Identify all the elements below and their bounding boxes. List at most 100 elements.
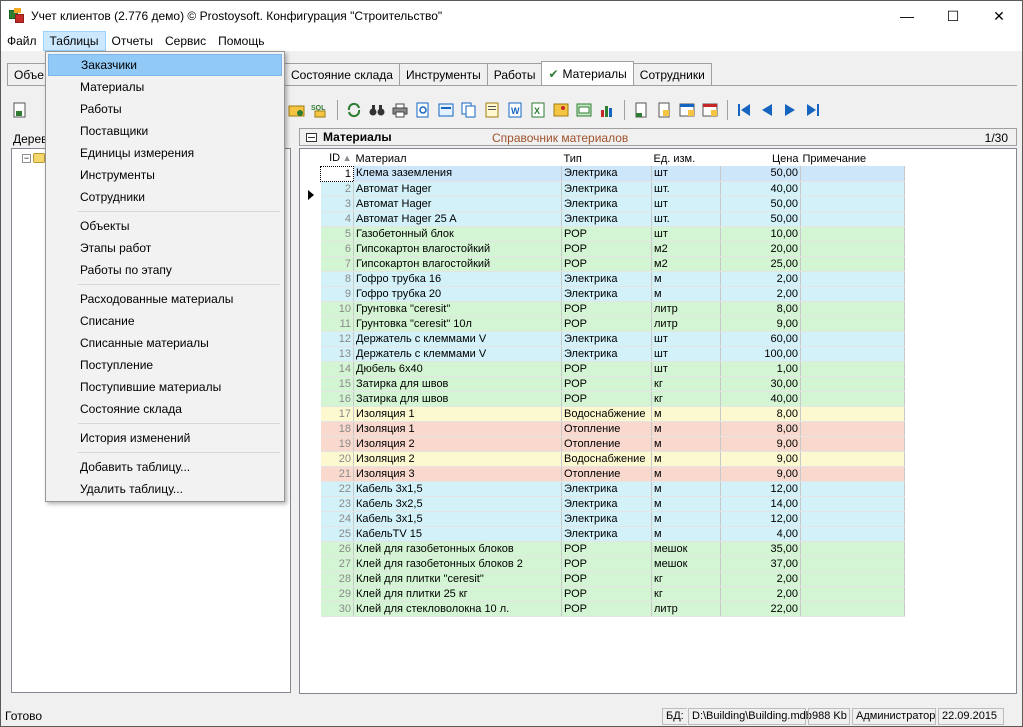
cell-note[interactable] (800, 526, 905, 542)
cell-type[interactable]: Электрика (561, 511, 652, 527)
cell-type[interactable]: Электрика (561, 496, 652, 512)
cell-price[interactable]: 4,00 (720, 526, 801, 542)
cell-price[interactable]: 100,00 (720, 346, 801, 362)
cell-unit[interactable]: м (651, 511, 721, 527)
cell-material[interactable]: Гипсокартон влагостойкий (353, 241, 562, 257)
menu-item-14[interactable]: Поступившие материалы (48, 376, 282, 398)
tab-stock-state[interactable]: Состояние склада (284, 63, 400, 85)
copy-icon[interactable] (458, 99, 480, 121)
col-unit-header[interactable]: Ед. изм. (651, 151, 721, 166)
cell-type[interactable]: Электрика (561, 526, 652, 542)
cell-price[interactable]: 14,00 (720, 496, 801, 512)
excel-icon[interactable]: X (527, 99, 549, 121)
cell-type[interactable]: РОР (561, 391, 652, 407)
cell-id[interactable]: 25 (320, 526, 354, 542)
cell-unit[interactable]: м (651, 466, 721, 482)
cell-price[interactable]: 2,00 (720, 271, 801, 287)
menu-help[interactable]: Помощь (212, 31, 270, 51)
cell-type[interactable]: Электрика (561, 196, 652, 212)
cell-type[interactable]: РОР (561, 361, 652, 377)
cell-type[interactable]: Отопление (561, 466, 652, 482)
cell-price[interactable]: 22,00 (720, 601, 801, 617)
cell-unit[interactable]: м (651, 421, 721, 437)
cell-material[interactable]: Гипсокартон влагостойкий (353, 256, 562, 272)
cell-price[interactable]: 9,00 (720, 466, 801, 482)
cell-note[interactable] (800, 166, 905, 182)
cell-unit[interactable]: литр (651, 601, 721, 617)
cell-price[interactable]: 50,00 (720, 196, 801, 212)
cell-material[interactable]: Автомат Hager (353, 196, 562, 212)
cell-id[interactable]: 2 (320, 181, 354, 197)
menu-item-3[interactable]: Поставщики (48, 120, 282, 142)
cell-id[interactable]: 30 (320, 601, 354, 617)
grid-icon[interactable] (676, 99, 698, 121)
cell-price[interactable]: 2,00 (720, 571, 801, 587)
cell-id[interactable]: 5 (320, 226, 354, 242)
cell-id[interactable]: 29 (320, 586, 354, 602)
cell-price[interactable]: 2,00 (720, 586, 801, 602)
cell-id[interactable]: 22 (320, 481, 354, 497)
cell-note[interactable] (800, 451, 905, 467)
cell-material[interactable]: Гофро трубка 20 (353, 286, 562, 302)
cell-id[interactable]: 21 (320, 466, 354, 482)
cell-id[interactable]: 23 (320, 496, 354, 512)
menu-item-17[interactable]: Добавить таблицу... (48, 456, 282, 478)
cell-type[interactable]: Водоснабжение (561, 406, 652, 422)
cell-note[interactable] (800, 541, 905, 557)
table-row[interactable]: 27 Клей для газобетонных блоков 2 РОР мешок… (320, 556, 905, 572)
table-row[interactable]: 11 Грунтовка "ceresit" 10л РОР литр 9,00 (320, 316, 905, 332)
table-row[interactable]: 26 Клей для газобетонных блоков РОР мешок 35… (320, 541, 905, 557)
tab-materials[interactable]: ✔ Материалы (541, 61, 634, 85)
table-row[interactable]: 5 Газобетонный блок РОР шт 10,00 (320, 226, 905, 242)
cell-material[interactable]: КабельTV 15 (353, 526, 562, 542)
chart-icon[interactable] (596, 99, 618, 121)
cell-material[interactable]: Клей для плитки "ceresit" (353, 571, 562, 587)
cell-id[interactable]: 26 (320, 541, 354, 557)
table-row[interactable]: 6 Гипсокартон влагостойкий РОР м2 20,00 (320, 241, 905, 257)
cell-note[interactable] (800, 481, 905, 497)
cell-id[interactable]: 12 (320, 331, 354, 347)
cell-id[interactable]: 18 (320, 421, 354, 437)
cell-price[interactable]: 30,00 (720, 376, 801, 392)
cell-id[interactable]: 11 (320, 316, 354, 332)
cell-note[interactable] (800, 286, 905, 302)
cell-id[interactable]: 13 (320, 346, 354, 362)
materials-grid[interactable]: ID ▲ Материал Тип Ед. изм. Цена Примечан… (299, 148, 1017, 694)
cell-material[interactable]: Клей для стекловолокна 10 л. (353, 601, 562, 617)
cell-unit[interactable]: кг (651, 391, 721, 407)
menu-file[interactable]: Файл (1, 31, 43, 51)
cell-unit[interactable]: м (651, 271, 721, 287)
table-row[interactable]: 23 Кабель 3х2,5 Электрика м 14,00 (320, 496, 905, 512)
first-record-icon[interactable] (733, 99, 755, 121)
cell-unit[interactable]: м (651, 286, 721, 302)
tab-works[interactable]: Работы (486, 63, 543, 85)
cell-id[interactable]: 17 (320, 406, 354, 422)
cell-price[interactable]: 9,00 (720, 436, 801, 452)
cell-material[interactable]: Изоляция 1 (353, 421, 562, 437)
menu-item-12[interactable]: Списанные материалы (48, 332, 282, 354)
table-row[interactable]: 1 Клема заземления Электрика шт 50,00 (320, 165, 905, 182)
menu-item-4[interactable]: Единицы измерения (48, 142, 282, 164)
cell-note[interactable] (800, 271, 905, 287)
table-row[interactable]: 7 Гипсокартон влагостойкий РОР м2 25,00 (320, 256, 905, 272)
preview-icon[interactable] (412, 99, 434, 121)
table-row[interactable]: 14 Дюбель 6х40 РОР шт 1,00 (320, 361, 905, 377)
cell-note[interactable] (800, 436, 905, 452)
cell-material[interactable]: Изоляция 2 (353, 451, 562, 467)
cell-price[interactable]: 20,00 (720, 241, 801, 257)
cell-note[interactable] (800, 316, 905, 332)
cell-material[interactable]: Автомат Hager 25 A (353, 211, 562, 227)
prev-record-icon[interactable] (756, 99, 778, 121)
cell-note[interactable] (800, 376, 905, 392)
cell-id[interactable]: 8 (320, 271, 354, 287)
sql-icon[interactable]: SQL (309, 99, 331, 121)
cell-id[interactable]: 4 (320, 211, 354, 227)
table-row[interactable]: 28 Клей для плитки "ceresit" РОР кг 2,00 (320, 571, 905, 587)
col-type-header[interactable]: Тип (561, 151, 652, 166)
cell-note[interactable] (800, 601, 905, 617)
cell-id[interactable]: 10 (320, 301, 354, 317)
cell-type[interactable]: Электрика (561, 211, 652, 227)
minimize-button[interactable]: — (884, 1, 930, 31)
cell-id[interactable]: 16 (320, 391, 354, 407)
cell-note[interactable] (800, 331, 905, 347)
